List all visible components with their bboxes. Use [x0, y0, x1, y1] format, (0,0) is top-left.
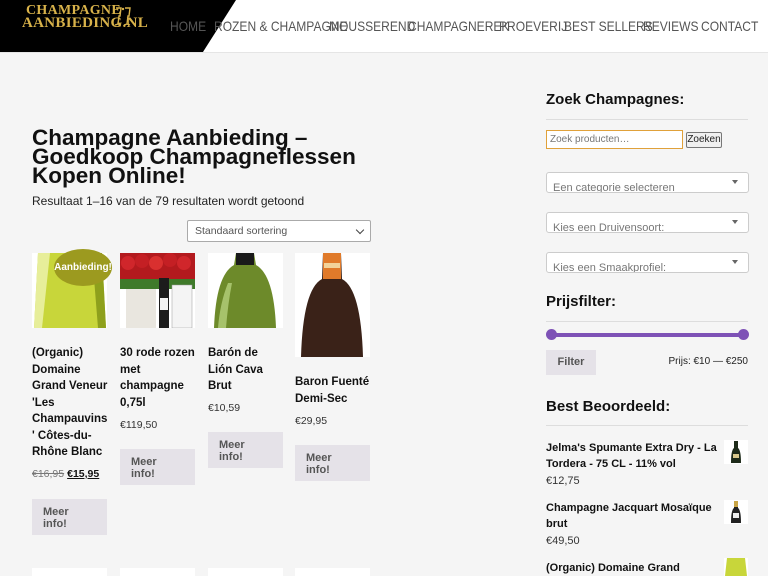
sort-select[interactable]: Standaard sortering [187, 220, 371, 242]
best-rated-price: €49,50 [546, 535, 580, 547]
nav-proeverij[interactable]: PROEVERIJ [499, 18, 567, 34]
nav-mousserend[interactable]: MOUSSEREND [329, 18, 415, 34]
title-line: Kopen Online! [32, 163, 186, 188]
sale-badge: Aanbieding! [54, 249, 112, 286]
product-image[interactable] [120, 568, 195, 576]
category-select[interactable]: Een categorie selecteren [546, 172, 749, 193]
bottle-thumbnail[interactable] [724, 558, 748, 576]
price-slider[interactable] [550, 333, 743, 337]
best-rated-item[interactable]: Champagne Jacquart Mosaïque brut [546, 500, 726, 532]
nav-best-sellers[interactable]: BEST SELLERS [564, 18, 653, 34]
nav-rozen-champagne[interactable]: ROZEN & CHAMPAGNE [214, 18, 348, 34]
price-range-label: Prijs: €10 — €250 [668, 356, 749, 367]
product-image[interactable] [120, 253, 195, 328]
divider [546, 119, 748, 120]
nav-champagnerek[interactable]: CHAMPAGNEREK [408, 18, 509, 34]
site-header: CHAMPAGNE AANBIEDING.NL HOME ROZEN & CHA… [0, 0, 768, 53]
more-info-button[interactable]: Meer info! [120, 449, 195, 485]
product-name[interactable]: 30 rode rozen met champagne 0,75l [120, 345, 198, 411]
more-info-button[interactable]: Meer info! [208, 432, 283, 468]
sale-price: €15,95 [67, 468, 100, 480]
search-button[interactable]: Zoeken [686, 132, 722, 148]
product-image[interactable] [208, 568, 283, 576]
product-image[interactable] [32, 568, 107, 576]
product-image[interactable] [295, 568, 370, 576]
best-rated-item[interactable]: Jelma's Spumante Extra Dry - La Tordera -… [546, 440, 726, 472]
product-price: €29,95 [295, 415, 328, 427]
grape-select[interactable]: Kies een Druivensoort: [546, 212, 749, 233]
nav-contact[interactable]: CONTACT [701, 18, 758, 34]
price-slider-min-handle[interactable] [546, 329, 557, 340]
more-info-button[interactable]: Meer info! [32, 499, 107, 535]
divider [546, 425, 748, 426]
best-rated-item[interactable]: (Organic) Domaine Grand [546, 560, 726, 576]
divider [546, 321, 748, 322]
product-name[interactable]: Barón de Lión Cava Brut [208, 345, 286, 395]
result-count: Resultaat 1–16 van de 79 resultaten word… [32, 194, 305, 208]
old-price: €16,95 [32, 468, 65, 480]
search-title: Zoek Champagnes: [546, 91, 685, 108]
taste-select[interactable]: Kies een Smaakprofiel: [546, 252, 749, 273]
price-filter-title: Prijsfilter: [546, 293, 617, 310]
filter-button[interactable]: Filter [546, 350, 596, 375]
nav-reviews[interactable]: REVIEWS [643, 18, 699, 34]
best-rated-title: Best Beoordeeld: [546, 398, 671, 415]
champagne-glasses-icon [114, 7, 131, 26]
more-info-button[interactable]: Meer info! [295, 445, 370, 481]
bottle-thumbnail[interactable] [724, 500, 748, 524]
price-slider-max-handle[interactable] [738, 329, 749, 340]
product-image[interactable] [208, 253, 283, 328]
best-rated-price: €12,75 [546, 475, 580, 487]
nav-home[interactable]: HOME [170, 18, 206, 34]
product-price: €10,59 [208, 402, 241, 414]
page-title: Champagne Aanbieding – Goedkoop Champagn… [32, 126, 382, 188]
search-input[interactable]: Zoek producten… [546, 130, 683, 149]
product-price: €119,50 [120, 419, 158, 431]
product-name[interactable]: Baron Fuenté Demi-Sec [295, 374, 373, 407]
product-name[interactable]: (Organic) Domaine Grand Veneur 'Les Champauv… [32, 345, 110, 461]
product-price: €16,95 €15,95 [32, 468, 99, 480]
bottle-thumbnail[interactable] [724, 440, 748, 464]
product-image[interactable] [295, 253, 370, 357]
